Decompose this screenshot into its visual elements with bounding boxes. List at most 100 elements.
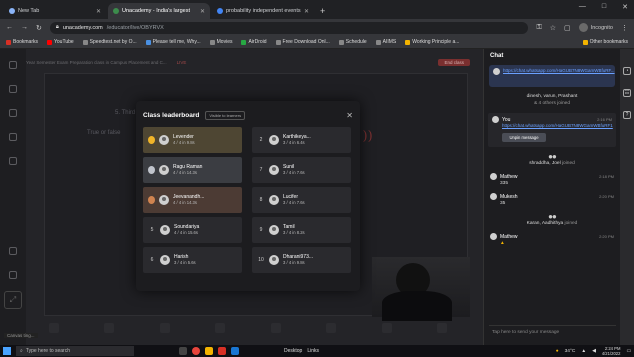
back-icon[interactable]: ← (6, 24, 13, 31)
tab-unacademy[interactable]: Unacademy - India's largest ✕ (108, 3, 210, 19)
rank-number: 6 (150, 257, 154, 263)
joined-suffix: joined (563, 221, 578, 226)
tab-probability[interactable]: probability independent events ✕ (212, 3, 314, 19)
windows-start-icon[interactable] (3, 347, 11, 355)
app-icon[interactable] (231, 347, 239, 355)
leaderboard-grid: Levender 4 / 4 in 9.8s 2 Karthikeya... 3 / 4… (143, 127, 353, 273)
bookmark-item[interactable]: Movies (209, 39, 232, 45)
redo-tool-icon[interactable] (9, 271, 17, 279)
taskbar-search[interactable]: ⌕ Type here to search (16, 346, 134, 356)
key-icon[interactable]: ⚿ (536, 24, 541, 32)
bookmark-page-icon (145, 39, 151, 45)
message-time: 2:20 PM (599, 234, 614, 239)
class-controls (26, 317, 470, 339)
learner-score: 3 / 4 in 9.8s (283, 260, 305, 265)
network-icon[interactable]: ▲ (581, 349, 586, 354)
page-nav-icon[interactable] (215, 323, 226, 333)
learner-score: 3 / 4 in 6.4s (283, 140, 305, 145)
side-rail: ◔ ☷ ? (620, 49, 634, 345)
apps-icon (6, 39, 11, 45)
menu-icon[interactable]: ⋮ (621, 24, 628, 32)
leaderboard-entry: 9 Tamil 3 / 4 in 8.2s (252, 217, 351, 243)
pinned-link[interactable]: https://chat.whatsapp.com/HaGUB7N8WGamWB… (503, 68, 615, 74)
settings-icon[interactable] (381, 323, 392, 333)
search-icon: ⌕ (20, 348, 23, 354)
bookmark-item[interactable]: Free Download Onl... (275, 39, 330, 45)
close-tab-icon[interactable]: ✕ (96, 8, 101, 15)
bookmark-item[interactable]: Working Principle a... (405, 39, 459, 45)
chat-message: Mukesh 2:20 PM 35 (484, 193, 620, 207)
text-tool-icon[interactable] (9, 133, 17, 141)
notifications-icon[interactable]: ▭ (626, 349, 631, 354)
sender-name: Mathew (500, 233, 518, 240)
volume-icon[interactable]: ◀ (592, 349, 596, 354)
desktop-toolbar[interactable]: Desktop (284, 348, 302, 354)
poll-icon[interactable] (270, 323, 281, 333)
url-bar[interactable]: 🔒︎ unacademy.com/educator/live/OBYRVX (49, 21, 529, 34)
undo-tool-icon[interactable] (9, 247, 17, 255)
clock[interactable]: 2:24 PM 4/21/2022 (602, 346, 621, 356)
leaderboard-entry: 8 Lucifer 3 / 4 in 7.6s (252, 187, 351, 213)
reload-icon[interactable]: ↻ (36, 24, 42, 32)
file-explorer-icon[interactable] (205, 347, 213, 355)
avatar (490, 173, 497, 180)
more-icon[interactable] (437, 323, 448, 333)
bookmark-item[interactable]: Speedtest.net by O... (82, 39, 137, 45)
color-tool-icon[interactable] (9, 157, 17, 165)
new-tab-button[interactable]: + (320, 6, 325, 16)
end-class-button[interactable]: End class (438, 58, 470, 66)
sidepanel-icon[interactable]: ▢ (564, 24, 571, 32)
tab-new-tab[interactable]: New Tab ✕ (4, 3, 106, 19)
pinned-message[interactable]: https://chat.whatsapp.com/HaGUB7N8WGamWB… (489, 65, 624, 87)
close-icon[interactable]: ✕ (346, 111, 353, 120)
star-icon[interactable]: ☆ (550, 24, 556, 32)
message-text: 335 (500, 181, 509, 186)
leaderboard-modal: Class leaderboard Visible to learners ✕ … (136, 101, 360, 291)
chat-input[interactable]: Tap here to send your message (489, 325, 616, 339)
bookmark-item[interactable]: AirDroid (241, 39, 267, 45)
bookmark-item[interactable]: Schedule (338, 39, 367, 45)
weather-temp[interactable]: 34°C (565, 349, 576, 354)
camera-icon[interactable] (104, 323, 115, 333)
doubts-icon[interactable]: ? (623, 111, 631, 119)
incognito-indicator[interactable]: Incognito (578, 23, 613, 32)
medal-icon (148, 196, 155, 204)
task-view-icon[interactable] (179, 347, 187, 355)
close-window-button[interactable]: ✕ (622, 3, 628, 11)
sender-name: Mukesh (500, 193, 518, 200)
maximize-button[interactable]: □ (602, 3, 606, 11)
leaderboard-entry: 10 Dharani973... 3 / 4 in 9.8s (252, 247, 351, 273)
sender-name: Mathew (500, 173, 518, 180)
pen-tool-icon[interactable] (9, 61, 17, 69)
google-icon (217, 8, 223, 14)
screen-share-icon[interactable] (159, 323, 170, 333)
bookmark-item[interactable]: Please tell me, Why... (145, 39, 201, 45)
join-notice: ●● Karan, Aadhithya joined (484, 213, 620, 227)
incognito-label: Incognito (590, 24, 613, 31)
bookmark-item[interactable]: AIIMS (375, 39, 396, 45)
learner-score: 3 / 4 in 8.2s (283, 230, 305, 235)
leaderboard-header: Class leaderboard Visible to learners ✕ (143, 109, 353, 121)
bookmark-item[interactable]: YouTube (47, 39, 74, 45)
mic-icon[interactable] (48, 323, 59, 333)
store-icon[interactable] (218, 347, 226, 355)
forward-icon[interactable]: → (21, 24, 28, 31)
unpin-message-button[interactable]: Unpin message (502, 133, 546, 142)
rank-number: 5 (150, 227, 154, 233)
links-toolbar[interactable]: Links (307, 348, 319, 354)
shape-tool-icon[interactable] (9, 109, 17, 117)
participants-icon[interactable]: ☷ (623, 89, 631, 97)
chrome-icon[interactable] (192, 347, 200, 355)
chat-icon[interactable]: ◔ (623, 67, 631, 75)
doubts-icon[interactable] (326, 323, 337, 333)
bookmark-item[interactable]: Bookmarks (6, 39, 38, 45)
expand-icon[interactable]: ⤢ (4, 291, 22, 309)
live-indicator: LIVE (176, 59, 187, 65)
minimize-button[interactable]: — (579, 3, 586, 11)
close-tab-icon[interactable]: ✕ (304, 8, 309, 15)
weather-icon[interactable]: ● (556, 349, 559, 354)
other-bookmarks[interactable]: Other bookmarks (582, 39, 628, 45)
message-link[interactable]: https://chat.whatsapp.com/HaGUB7N8WGamWB… (502, 123, 613, 129)
eraser-tool-icon[interactable] (9, 85, 17, 93)
close-tab-icon[interactable]: ✕ (200, 8, 205, 15)
